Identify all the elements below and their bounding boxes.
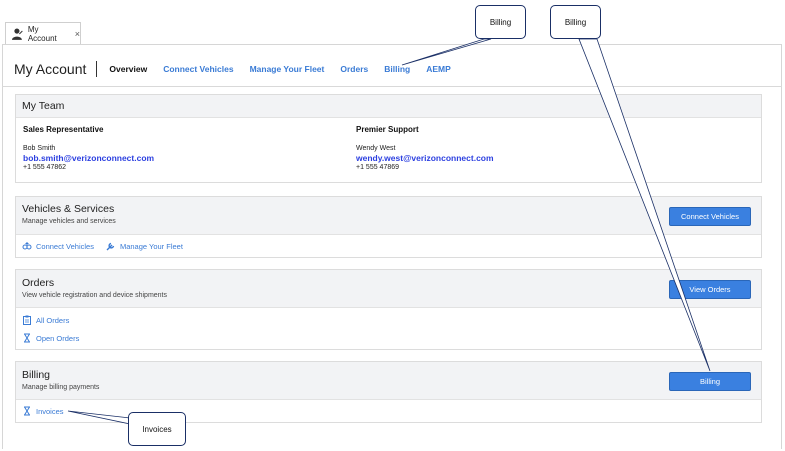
link-vehicle-icon	[22, 242, 32, 250]
card-title: Vehicles & Services	[22, 203, 115, 215]
contact-phone: +1 555 47862	[23, 164, 67, 171]
link-label: All Orders	[36, 315, 70, 325]
card-header: Orders View vehicle registration and dev…	[16, 270, 761, 308]
nav-billing[interactable]: Billing	[384, 64, 410, 74]
billing-button[interactable]: Billing	[669, 372, 751, 391]
contact-name: Wendy West	[356, 145, 396, 152]
nav-aemp[interactable]: AEMP	[426, 64, 451, 74]
nav-connect-vehicles[interactable]: Connect Vehicles	[163, 64, 233, 74]
sales-representative: Sales Representative Bob Smith bob.smith…	[23, 125, 154, 172]
card-subtitle: View vehicle registration and device shi…	[22, 292, 168, 299]
wrench-icon	[106, 242, 115, 251]
link-row: Connect Vehicles Manage Your Fleet	[22, 241, 195, 251]
card-header: Billing Manage billing payments Billing	[16, 362, 761, 400]
link-row: All Orders	[22, 315, 81, 325]
tab-my-account[interactable]: My Account ×	[5, 22, 81, 44]
open-orders-link[interactable]: Open Orders	[22, 333, 79, 343]
contact-name: Bob Smith	[23, 145, 56, 152]
callout-billing-nav: Billing	[475, 5, 526, 39]
hourglass-icon	[24, 333, 30, 343]
callout-billing-button: Billing	[550, 5, 601, 39]
contact-email-link[interactable]: wendy.west@verizonconnect.com	[356, 153, 494, 163]
invoices-link[interactable]: Invoices	[22, 406, 64, 416]
top-nav: Overview Connect Vehicles Manage Your Fl…	[109, 64, 466, 74]
card-header: My Team	[16, 95, 761, 118]
orders-card: Orders View vehicle registration and dev…	[15, 269, 762, 350]
card-subtitle: Manage vehicles and services	[22, 218, 116, 225]
nav-manage-your-fleet[interactable]: Manage Your Fleet	[250, 64, 325, 74]
all-orders-link[interactable]: All Orders	[22, 315, 69, 325]
team-heading: Premier Support	[356, 125, 419, 134]
tab-label: My Account	[27, 24, 57, 43]
manage-your-fleet-link[interactable]: Manage Your Fleet	[106, 241, 183, 251]
billing-card: Billing Manage billing payments Billing …	[15, 361, 762, 423]
card-header: Vehicles & Services Manage vehicles and …	[16, 197, 761, 235]
contact-phone: +1 555 47869	[356, 164, 400, 171]
page-title: My Account	[14, 61, 87, 77]
page-header: My Account Overview Connect Vehicles Man…	[14, 59, 467, 79]
card-subtitle: Manage billing payments	[22, 384, 100, 391]
my-team-card: My Team Sales Representative Bob Smith b…	[15, 94, 762, 183]
hourglass-icon	[24, 406, 30, 416]
nav-orders[interactable]: Orders	[340, 64, 368, 74]
card-title: My Team	[22, 100, 65, 112]
callout-invoices: Invoices	[128, 412, 186, 446]
team-heading: Sales Representative	[23, 125, 104, 134]
card-title: Orders	[22, 277, 55, 289]
contact-email-link[interactable]: bob.smith@verizonconnect.com	[23, 153, 154, 163]
vehicles-services-card: Vehicles & Services Manage vehicles and …	[15, 196, 762, 258]
view-orders-button[interactable]: View Orders	[669, 280, 751, 299]
tab-strip: My Account ×	[0, 0, 785, 44]
connect-vehicles-button[interactable]: Connect Vehicles	[669, 207, 751, 226]
connect-vehicles-link[interactable]: Connect Vehicles	[22, 241, 94, 251]
nav-overview[interactable]: Overview	[109, 64, 147, 74]
link-label: Invoices	[36, 406, 64, 416]
close-icon[interactable]: ×	[75, 29, 80, 39]
link-label: Open Orders	[36, 333, 80, 343]
link-label: Manage Your Fleet	[119, 241, 183, 251]
link-row: Invoices	[22, 406, 76, 416]
title-divider	[96, 61, 98, 77]
clipboard-icon	[23, 315, 31, 325]
link-row: Open Orders	[22, 333, 91, 343]
card-title: Billing	[22, 369, 51, 381]
user-icon	[11, 27, 23, 40]
header-divider	[2, 86, 782, 87]
link-label: Connect Vehicles	[36, 241, 94, 251]
premier-support: Premier Support Wendy West wendy.west@ve…	[356, 125, 494, 172]
